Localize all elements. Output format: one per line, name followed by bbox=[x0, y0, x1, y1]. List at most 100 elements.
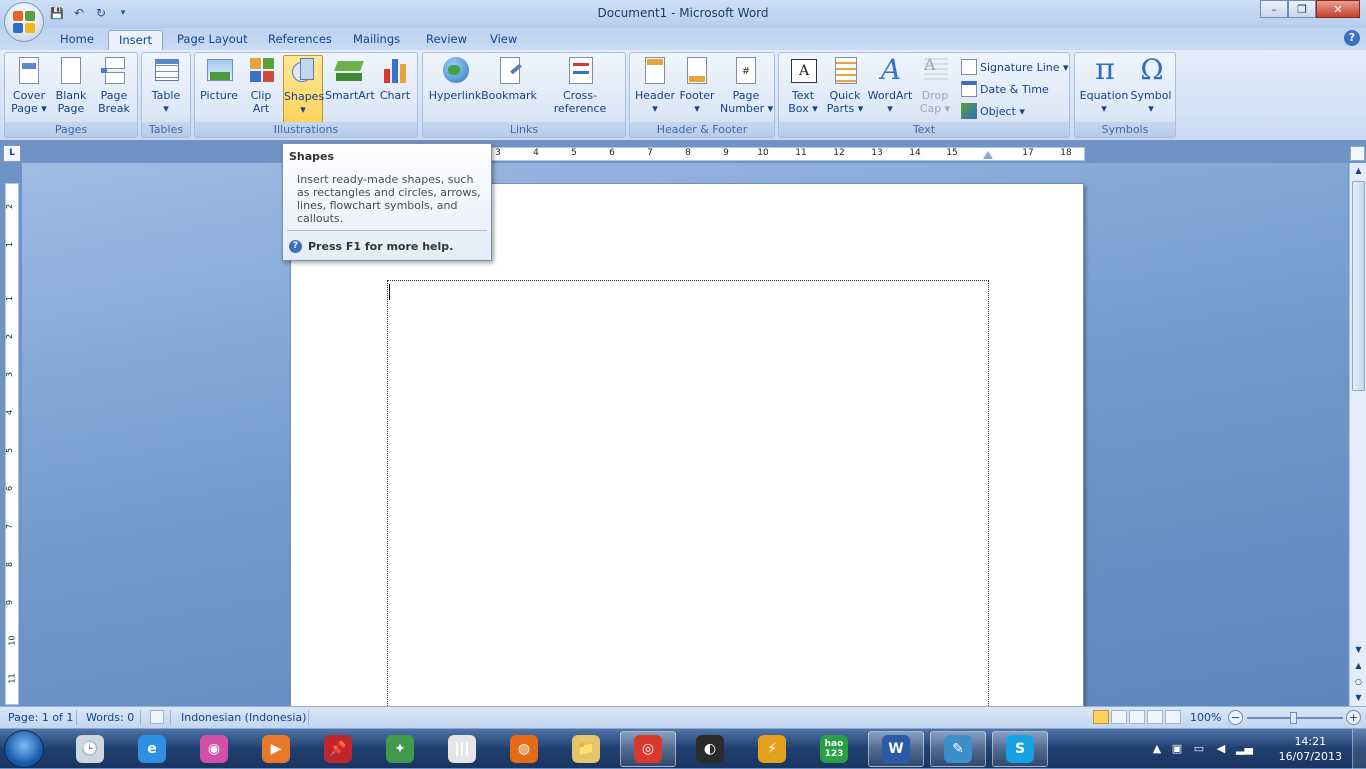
taskbar-app-explorer[interactable]: 📁 bbox=[558, 731, 614, 767]
office-button[interactable] bbox=[4, 2, 44, 42]
signal-icon[interactable]: ▂▄ bbox=[1236, 742, 1253, 756]
vertical-scrollbar[interactable]: ▲ ▼ ▲ ○ ▼ bbox=[1349, 163, 1366, 706]
clock[interactable]: 14:21 16/07/2013 bbox=[1279, 734, 1342, 764]
print-layout-view-button[interactable] bbox=[1093, 710, 1109, 724]
taskbar-app-feather[interactable]: ✎ bbox=[930, 731, 986, 767]
help-icon[interactable]: ? bbox=[1344, 30, 1360, 46]
taskbar-app-media-player[interactable]: ▶ bbox=[248, 731, 304, 767]
signature-line-button[interactable]: Signature Line ▾ bbox=[961, 57, 1069, 77]
scroll-up-arrow[interactable]: ▲ bbox=[1350, 163, 1366, 179]
bookmark-button[interactable]: Bookmark bbox=[481, 55, 537, 102]
taskbar-app-picasa[interactable]: ◉ bbox=[186, 731, 242, 767]
network-icon[interactable]: ▭ bbox=[1192, 742, 1206, 756]
taskbar-app-winamp[interactable]: ⚡ bbox=[744, 731, 800, 767]
full-screen-reading-view-button[interactable] bbox=[1111, 710, 1127, 724]
tab-references[interactable]: References bbox=[258, 30, 342, 50]
previous-page-icon[interactable]: ▲ bbox=[1350, 658, 1366, 674]
page-number-label: Page Number ▾ bbox=[720, 89, 774, 115]
taskbar-app-clock[interactable]: 🕒 bbox=[62, 731, 118, 767]
shapes-button[interactable]: Shapes ▾ bbox=[283, 55, 324, 123]
drop-cap-label: Drop Cap ▾ bbox=[919, 89, 951, 115]
blank-page-button[interactable]: Blank Page bbox=[52, 55, 90, 115]
taskbar-app-word[interactable]: W bbox=[868, 731, 924, 767]
picture-button[interactable]: Picture bbox=[199, 55, 239, 102]
footer-button[interactable]: Footer ▾ bbox=[676, 55, 718, 115]
group-header-footer: Header ▾ Footer ▾ # Page Number ▾ Header… bbox=[629, 52, 775, 138]
language-indicator[interactable]: Indonesian (Indonesia) bbox=[181, 711, 306, 724]
taskbar-app-firefox[interactable]: ◍ bbox=[496, 731, 552, 767]
text-box-button[interactable]: A Text Box ▾ bbox=[783, 55, 823, 115]
start-button[interactable] bbox=[4, 730, 44, 768]
draft-view-button[interactable] bbox=[1165, 710, 1181, 724]
minimize-button[interactable]: – bbox=[1260, 0, 1288, 18]
vruler-tick: 11 bbox=[7, 673, 17, 684]
chart-button[interactable]: Chart bbox=[377, 55, 413, 102]
zoom-out-icon[interactable]: − bbox=[1228, 710, 1243, 725]
ruler-tick: 9 bbox=[723, 148, 729, 158]
taskbar-app-media[interactable]: ◐ bbox=[682, 731, 738, 767]
tray-app-icon[interactable]: ▣ bbox=[1170, 742, 1184, 756]
table-button[interactable]: Table ▾ bbox=[146, 55, 186, 115]
cover-page-button[interactable]: Cover Page ▾ bbox=[9, 55, 49, 115]
drop-cap-button[interactable]: A Drop Cap ▾ bbox=[915, 55, 955, 116]
hao123-icon: hao 123 bbox=[820, 735, 848, 763]
tab-view[interactable]: View bbox=[480, 30, 527, 50]
proofing-icon[interactable] bbox=[150, 710, 164, 724]
taskbar-app-hao123[interactable]: hao 123 bbox=[806, 731, 862, 767]
equation-button[interactable]: π Equation ▾ bbox=[1079, 53, 1129, 116]
word-count[interactable]: Words: 0 bbox=[86, 711, 134, 724]
zoom-level[interactable]: 100% bbox=[1190, 711, 1221, 724]
group-tables-label: Tables bbox=[142, 122, 190, 137]
vertical-ruler[interactable]: 2 1 1 2 3 4 5 6 7 8 9 10 11 bbox=[5, 183, 19, 705]
date-time-button[interactable]: Date & Time bbox=[961, 79, 1049, 99]
document-page[interactable] bbox=[290, 183, 1084, 706]
view-ruler-toggle[interactable] bbox=[1350, 146, 1365, 161]
browse-object-icon[interactable]: ○ bbox=[1350, 674, 1366, 690]
maximize-button[interactable]: ❐ bbox=[1288, 0, 1316, 18]
page-break-button[interactable]: Page Break bbox=[95, 55, 133, 115]
tab-page-layout[interactable]: Page Layout bbox=[167, 30, 258, 50]
scroll-thumb[interactable] bbox=[1352, 181, 1365, 391]
shapes-tooltip: Shapes Insert ready-made shapes, such as… bbox=[282, 143, 492, 261]
internet-explorer-icon: e bbox=[138, 735, 166, 763]
taskbar-app-pin[interactable]: 📌 bbox=[310, 731, 366, 767]
page-count[interactable]: Page: 1 of 1 bbox=[8, 711, 73, 724]
tab-selector[interactable]: L bbox=[3, 145, 21, 162]
zoom-slider-thumb[interactable] bbox=[1290, 712, 1297, 724]
tooltip-title: Shapes bbox=[289, 150, 335, 163]
zoom-in-icon[interactable]: + bbox=[1346, 710, 1361, 725]
hyperlink-button[interactable]: Hyperlink bbox=[427, 55, 483, 102]
scroll-down-arrow[interactable]: ▼ bbox=[1350, 642, 1366, 658]
web-layout-view-button[interactable] bbox=[1129, 710, 1145, 724]
tab-review[interactable]: Review bbox=[416, 30, 477, 50]
shapes-icon bbox=[288, 56, 318, 88]
object-button[interactable]: Object ▾ bbox=[961, 101, 1025, 121]
cross-reference-button[interactable]: Cross-reference bbox=[537, 55, 623, 115]
wordart-button[interactable]: A WordArt ▾ bbox=[867, 55, 913, 116]
omega-icon: Ω bbox=[1140, 53, 1164, 86]
close-button[interactable]: ✕ bbox=[1316, 0, 1360, 18]
clip-art-button[interactable]: Clip Art bbox=[243, 55, 279, 115]
taskbar-app-chrome[interactable]: ◎ bbox=[620, 731, 676, 767]
quick-parts-button[interactable]: Quick Parts ▾ bbox=[825, 55, 865, 115]
tab-home[interactable]: Home bbox=[50, 30, 104, 50]
ruler-tick: 8 bbox=[685, 148, 691, 158]
tray-expand-icon[interactable]: ▲ bbox=[1150, 742, 1164, 756]
outline-view-button[interactable] bbox=[1147, 710, 1163, 724]
page-number-button[interactable]: # Page Number ▾ bbox=[720, 55, 774, 115]
taskbar-app-app[interactable]: ✦ bbox=[372, 731, 428, 767]
tab-insert[interactable]: Insert bbox=[108, 30, 163, 50]
show-desktop-button[interactable] bbox=[1352, 729, 1366, 769]
next-page-icon[interactable]: ▼ bbox=[1350, 690, 1366, 706]
right-indent-marker[interactable] bbox=[983, 151, 993, 159]
blank-page-label: Blank Page bbox=[55, 89, 87, 115]
taskbar-app-barcode[interactable]: ||| bbox=[434, 731, 490, 767]
taskbar-app-internet-explorer[interactable]: e bbox=[124, 731, 180, 767]
smartart-button[interactable]: SmartArt bbox=[325, 55, 375, 102]
header-button[interactable]: Header ▾ bbox=[634, 55, 676, 115]
status-bar: Page: 1 of 1 Words: 0 Indonesian (Indone… bbox=[0, 706, 1366, 728]
tab-mailings[interactable]: Mailings bbox=[343, 30, 410, 50]
taskbar-app-skype[interactable]: S bbox=[992, 731, 1048, 767]
symbol-button[interactable]: Ω Symbol ▾ bbox=[1129, 53, 1173, 115]
volume-icon[interactable]: ◀ bbox=[1214, 742, 1228, 756]
